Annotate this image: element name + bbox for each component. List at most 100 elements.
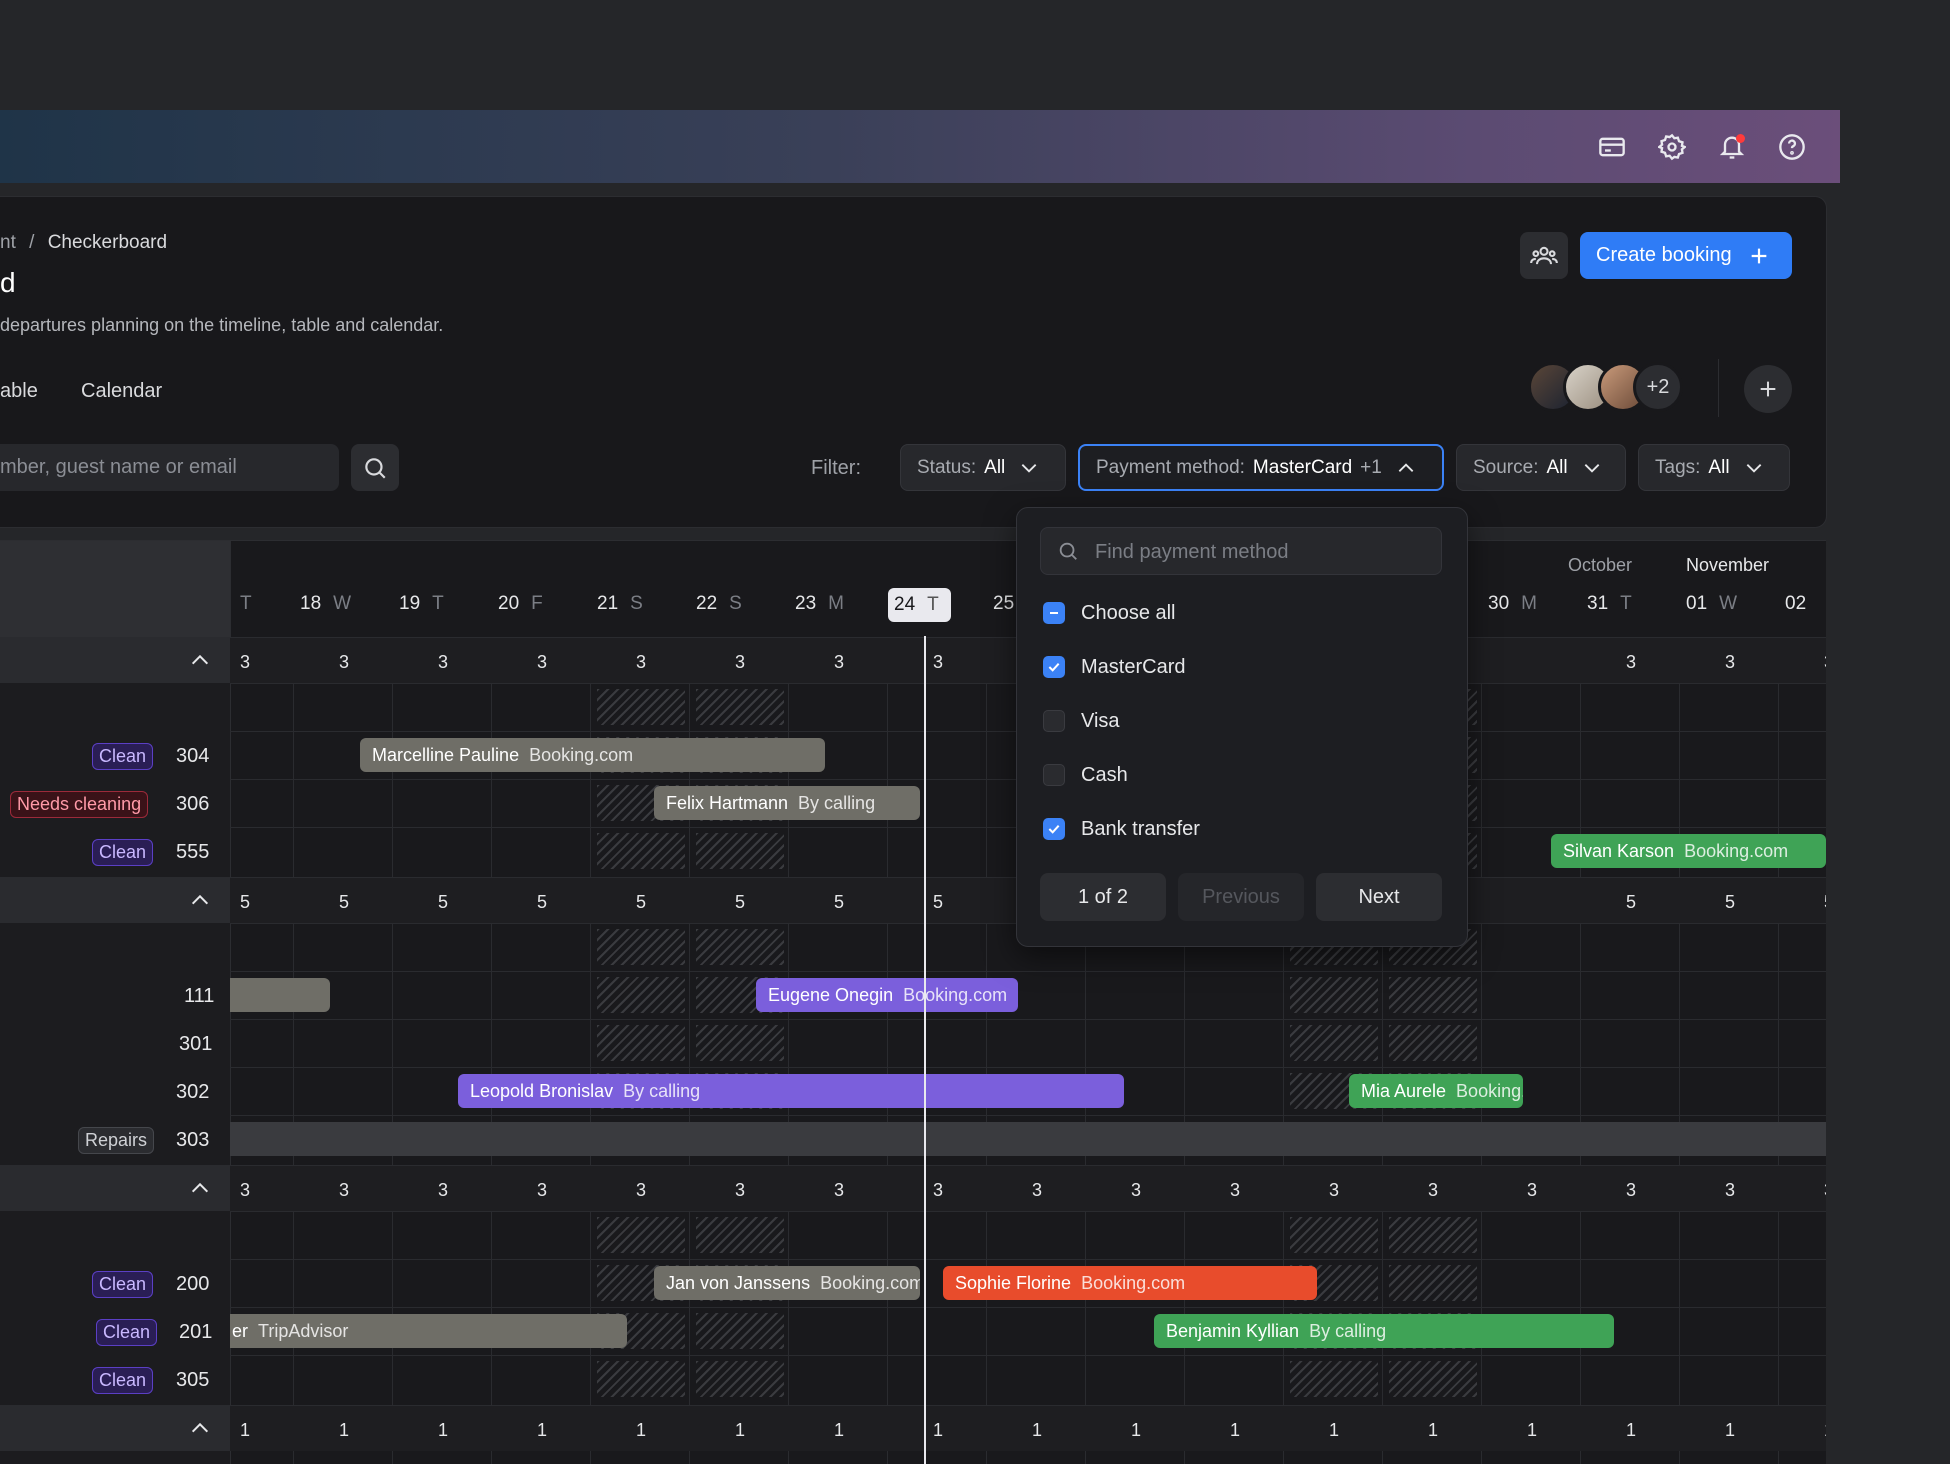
group-collapse-toggle[interactable] (0, 1165, 230, 1211)
payment-search-input[interactable] (1093, 528, 1437, 576)
booking-bar[interactable]: er TripAdvisor (230, 1314, 627, 1348)
previous-button[interactable]: Previous (1178, 873, 1304, 921)
room-number[interactable]: 301 (179, 1033, 212, 1056)
room-number[interactable]: 200 (176, 1273, 209, 1296)
booking-source: Booking.com (1081, 1273, 1186, 1293)
day-header: 21 S (597, 593, 643, 615)
chevron-up-icon (191, 894, 209, 905)
unavailable-hatch (597, 929, 685, 965)
room-number[interactable]: 306 (176, 793, 209, 816)
indeterminate-checkbox[interactable] (1043, 602, 1065, 624)
availability-count: 3 (1230, 1180, 1241, 1200)
payment-search-field[interactable] (1040, 527, 1442, 576)
grid-line (1778, 637, 1779, 1464)
tab-calendar[interactable]: Calendar (81, 380, 162, 403)
search-input[interactable]: mber, guest name or email (0, 444, 339, 491)
booking-bar[interactable]: Benjamin Kyllian By calling (1154, 1314, 1614, 1348)
payment-option-visa[interactable]: Visa (1043, 705, 1120, 737)
tags-filter-label: Tags: (1655, 456, 1701, 478)
breadcrumb-separator: / (29, 232, 35, 253)
booking-source: By calling (1309, 1321, 1387, 1341)
status-badge: Repairs (78, 1127, 155, 1154)
unavailable-hatch (696, 1025, 784, 1061)
payment-option-mastercard[interactable]: MasterCard (1043, 651, 1185, 683)
checkbox-checked[interactable] (1043, 656, 1065, 678)
grid-line (230, 1211, 1826, 1212)
room-number[interactable]: 201 (179, 1321, 212, 1344)
grid-line (887, 637, 888, 1464)
create-booking-button[interactable]: Create booking (1580, 232, 1792, 279)
booking-source: TripAdvisor (258, 1321, 349, 1341)
next-button[interactable]: Next (1316, 873, 1442, 921)
credit-card-icon[interactable] (1597, 132, 1627, 162)
create-booking-label: Create booking (1596, 244, 1732, 266)
chevron-up-icon (1398, 462, 1414, 472)
room-number[interactable]: 555 (176, 841, 209, 864)
guests-button[interactable] (1520, 232, 1568, 279)
tab-table[interactable]: able (0, 380, 38, 403)
tags-filter[interactable]: Tags: All (1638, 444, 1790, 491)
breadcrumb-prev[interactable]: nt (0, 232, 16, 253)
bell-icon[interactable] (1717, 132, 1747, 162)
unavailable-hatch (1290, 1361, 1378, 1397)
unavailable-hatch (696, 929, 784, 965)
room-number[interactable]: 302 (176, 1081, 209, 1104)
availability-count: 1 (834, 1420, 845, 1440)
day-of-week: M (1521, 593, 1537, 614)
status-badge: Clean (92, 1367, 154, 1394)
chevron-up-icon (191, 1182, 209, 1193)
booking-bar[interactable]: Mia Aurele Booking.com (1349, 1074, 1523, 1108)
availability-count: 3 (1824, 652, 1826, 673)
availability-count: 3 (339, 1180, 350, 1200)
day-number: 22 (696, 593, 718, 614)
availability-count: 3 (1032, 1180, 1043, 1200)
gear-icon[interactable] (1657, 132, 1687, 162)
availability-count: 3 (1527, 1180, 1538, 1200)
booking-bar[interactable]: Jan von Janssens Booking.com (654, 1266, 920, 1300)
payment-option-bank-transfer[interactable]: Bank transfer (1043, 813, 1200, 845)
breadcrumb: nt / Checkerboard (0, 232, 167, 254)
booking-bar[interactable]: Sophie Florine Booking.com (943, 1266, 1317, 1300)
booking-guest: er (232, 1321, 249, 1341)
avatars-more-count[interactable]: +2 (1633, 362, 1683, 412)
room-number[interactable]: 304 (176, 745, 209, 768)
checkbox-checked[interactable] (1043, 818, 1065, 840)
help-icon[interactable] (1777, 132, 1807, 162)
group-collapse-toggle[interactable] (0, 877, 230, 923)
checkbox-unchecked[interactable] (1043, 764, 1065, 786)
day-number: 20 (498, 593, 520, 614)
add-member-button[interactable] (1744, 365, 1792, 413)
status-filter[interactable]: Status: All (900, 444, 1066, 491)
availability-count: 3 (933, 652, 944, 672)
option-label: Cash (1081, 763, 1128, 786)
room-number[interactable]: 303 (176, 1129, 209, 1152)
choose-all-option[interactable]: Choose all (1043, 597, 1176, 629)
divider (1718, 359, 1719, 417)
booking-bar[interactable] (230, 978, 330, 1012)
day-number: 24 (894, 594, 916, 615)
payment-option-cash[interactable]: Cash (1043, 759, 1128, 791)
availability-count: 5 (735, 892, 746, 912)
day-number: 02 (1785, 593, 1807, 614)
group-collapse-toggle[interactable] (0, 1405, 230, 1451)
chevron-down-icon (1021, 463, 1037, 473)
room-number[interactable]: 305 (176, 1369, 209, 1392)
availability-count: 1 (1428, 1420, 1439, 1440)
chevron-up-icon (191, 1422, 209, 1433)
booking-bar[interactable]: Marcelline Pauline Booking.com (360, 738, 825, 772)
booking-bar[interactable]: Felix Hartmann By calling (654, 786, 920, 820)
booking-bar[interactable]: Leopold Bronislav By calling (458, 1074, 1124, 1108)
checkbox-unchecked[interactable] (1043, 710, 1065, 732)
search-button[interactable] (351, 444, 399, 491)
booking-bar[interactable]: Silvan Karson Booking.com (1551, 834, 1826, 868)
grid-line (230, 1355, 1826, 1356)
availability-count: 5 (933, 892, 944, 912)
source-filter-label: Source: (1473, 456, 1539, 478)
booking-bar[interactable]: Eugene Onegin Booking.com (756, 978, 1018, 1012)
payment-method-filter[interactable]: Payment method: MasterCard +1 (1078, 444, 1444, 491)
availability-count: 1 (933, 1420, 944, 1440)
group-collapse-toggle[interactable] (0, 637, 230, 683)
availability-count: 3 (240, 1180, 251, 1200)
room-number[interactable]: 111 (184, 985, 214, 1008)
source-filter[interactable]: Source: All (1456, 444, 1626, 491)
